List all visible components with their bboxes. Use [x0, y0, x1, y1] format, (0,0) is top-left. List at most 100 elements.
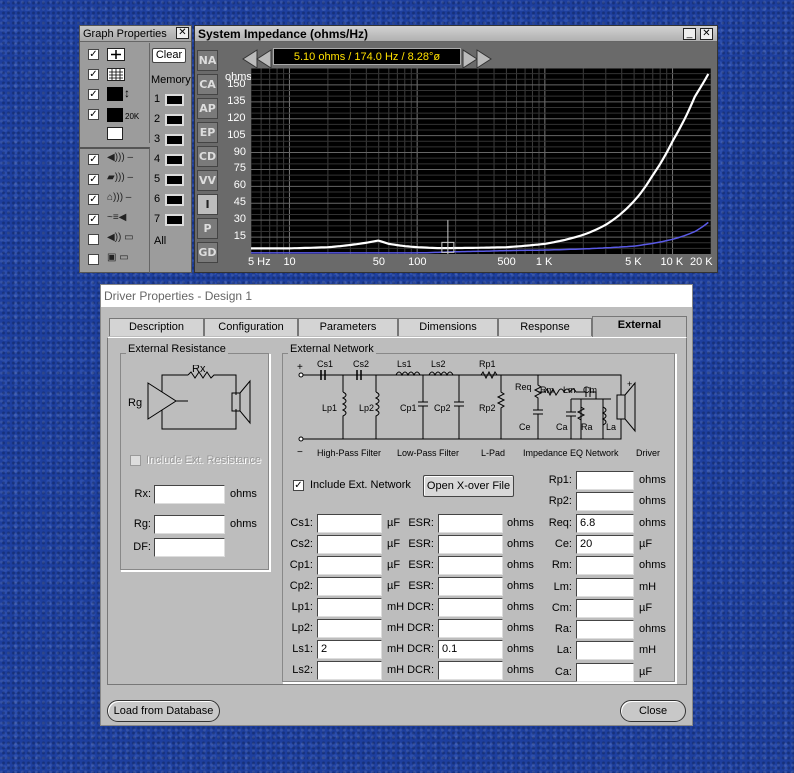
cs2-field[interactable]: [317, 535, 382, 554]
memory-6-slot[interactable]: [165, 194, 184, 206]
cp2-symbol: Cp2: [434, 403, 451, 413]
ca-label: Ca:: [554, 665, 572, 678]
cp2-field[interactable]: [317, 577, 382, 596]
lp1-field[interactable]: [317, 598, 382, 617]
show-crossover-checkbox[interactable]: ✓: [88, 214, 99, 225]
previous-arrow-icon[interactable]: [242, 49, 258, 69]
ce-field[interactable]: 20: [576, 534, 634, 554]
cs1-esr-field[interactable]: [438, 514, 503, 533]
rm-field[interactable]: [576, 556, 634, 576]
view-tab-gd[interactable]: GD: [197, 242, 218, 263]
y-tick-label: 45: [233, 196, 247, 209]
auto-scale-checkbox[interactable]: ✓: [88, 89, 99, 100]
ca-symbol: Ca: [556, 422, 568, 432]
rp1-field[interactable]: [576, 471, 634, 490]
ce-symbol: Ce: [519, 422, 531, 432]
fast-previous-arrow-icon[interactable]: [256, 49, 272, 69]
rx-unit: ohms: [230, 488, 257, 500]
impedance-chart[interactable]: [251, 68, 711, 254]
vertical-arrows-icon: ↕: [124, 86, 130, 100]
tab-external[interactable]: External: [592, 316, 687, 337]
rx-symbol: Rx: [192, 365, 206, 375]
cp2-esr-field[interactable]: [438, 577, 503, 596]
la-field[interactable]: [576, 641, 634, 661]
include-ext-resistance-checkbox[interactable]: [130, 455, 141, 466]
show-room-checkbox[interactable]: ✓: [88, 194, 99, 205]
system-speaker-icon: ◀)) ▭: [107, 232, 134, 243]
memory-2-slot[interactable]: [165, 114, 184, 126]
memory-3-slot[interactable]: [165, 134, 184, 146]
load-from-database-button[interactable]: Load from Database: [107, 700, 220, 722]
tab-description[interactable]: Description: [109, 318, 204, 336]
memory-7-slot[interactable]: [165, 214, 184, 226]
lp2-dcr-field[interactable]: [438, 619, 503, 638]
show-driver-2-checkbox[interactable]: ✓: [88, 174, 99, 185]
ls1-dcr-field[interactable]: 0.1: [438, 640, 503, 659]
external-resistance-diagram: Rx Rg: [128, 365, 251, 430]
view-tab-i[interactable]: I: [197, 194, 218, 215]
fast-next-arrow-icon[interactable]: [462, 49, 478, 69]
lm-field[interactable]: [576, 577, 634, 597]
cs2-label: Cs2:: [290, 538, 313, 550]
cs2-esr-field[interactable]: [438, 535, 503, 554]
export-icon[interactable]: [107, 127, 123, 140]
cp1-field[interactable]: [317, 556, 382, 575]
ls1-field[interactable]: 2: [317, 640, 382, 659]
view-tab-ca[interactable]: CA: [197, 74, 218, 95]
show-driver-1-checkbox[interactable]: ✓: [88, 154, 99, 165]
view-tab-p[interactable]: P: [197, 218, 218, 239]
memory-1-slot[interactable]: [165, 94, 184, 106]
close-button[interactable]: Close: [620, 700, 686, 722]
cs1-field[interactable]: [317, 514, 382, 533]
rg-unit: ohms: [230, 518, 257, 530]
show-measured-checkbox[interactable]: [88, 254, 99, 265]
df-field[interactable]: [154, 538, 225, 557]
x-tick-label: 5 Hz: [248, 256, 271, 268]
tab-parameters[interactable]: Parameters: [298, 318, 398, 336]
view-tab-ap[interactable]: AP: [197, 98, 218, 119]
show-system-checkbox[interactable]: [88, 234, 99, 245]
freq-range-checkbox[interactable]: ✓: [88, 109, 99, 120]
rg-field[interactable]: [154, 515, 225, 534]
y-tick-label: 135: [227, 94, 246, 107]
ls2-field[interactable]: [317, 661, 382, 680]
memory-2-label: 2: [154, 113, 161, 125]
ls2-dcr-field[interactable]: [438, 661, 503, 680]
view-tab-vv[interactable]: VV: [197, 170, 218, 191]
clear-button[interactable]: Clear: [152, 48, 186, 63]
minimize-button[interactable]: _: [683, 28, 696, 40]
rx-field[interactable]: [154, 485, 225, 504]
ca-field[interactable]: [576, 662, 634, 682]
impedance-close-button[interactable]: ✕: [700, 28, 713, 40]
tab-response[interactable]: Response: [498, 318, 592, 336]
view-tab-cd[interactable]: CD: [197, 146, 218, 167]
cs2-esr-unit: ohms: [507, 538, 534, 550]
cm-field[interactable]: [576, 598, 634, 618]
tab-dimensions[interactable]: Dimensions: [398, 318, 498, 336]
view-tab-ep[interactable]: EP: [197, 122, 218, 143]
x-tick-label: 500: [497, 256, 516, 268]
la-unit: mH: [639, 644, 657, 657]
tab-configuration[interactable]: Configuration: [204, 318, 298, 336]
rp2-symbol: Rp2: [479, 403, 496, 413]
rp1-unit: ohms: [639, 474, 666, 486]
show-grid-checkbox[interactable]: ✓: [88, 69, 99, 80]
ra-field[interactable]: [576, 620, 634, 640]
include-ext-network-checkbox[interactable]: ✓: [293, 480, 304, 491]
next-arrow-icon-2[interactable]: [476, 49, 492, 69]
view-tab-na[interactable]: NA: [197, 50, 218, 71]
memory-all-label: All: [154, 235, 167, 247]
lp2-field[interactable]: [317, 619, 382, 638]
lp1-dcr-field[interactable]: [438, 598, 503, 617]
external-resistance-label: External Resistance: [126, 343, 228, 355]
open-xover-file-button[interactable]: Open X-over File: [423, 475, 514, 497]
rp2-field[interactable]: [576, 492, 634, 512]
show-cursor-checkbox[interactable]: ✓: [88, 49, 99, 60]
graph-properties-close-button[interactable]: ✕: [176, 27, 189, 39]
cp1-esr-field[interactable]: [438, 556, 503, 575]
include-ext-network-label: Include Ext. Network: [310, 479, 411, 491]
rp1-symbol: Rp1: [479, 359, 496, 369]
memory-4-slot[interactable]: [165, 154, 184, 166]
memory-5-slot[interactable]: [165, 174, 184, 186]
req-field[interactable]: 6.8: [576, 513, 634, 533]
